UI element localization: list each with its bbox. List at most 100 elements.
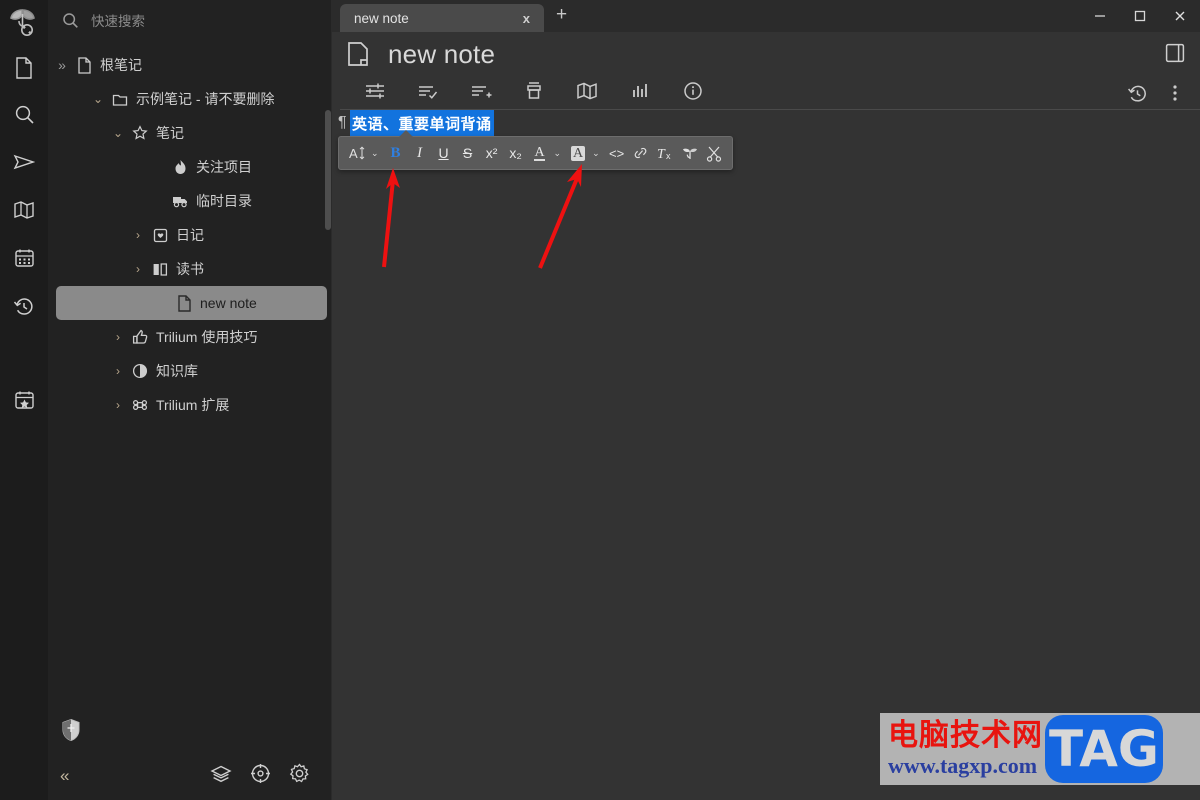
ribbon-tab-owned-attributes[interactable]: [401, 78, 454, 108]
arrow-to-font-color-button: [538, 164, 582, 269]
chevron-right-icon[interactable]: ›: [128, 262, 148, 276]
inline-code-button[interactable]: <>: [605, 140, 629, 166]
tree-row-label: 知识库: [156, 363, 198, 379]
underline-button[interactable]: U: [432, 140, 456, 166]
tree-scrollbar[interactable]: [325, 110, 331, 230]
maximize-button[interactable]: [1120, 0, 1160, 32]
watermark-site-name: 电脑技术网: [888, 718, 1043, 753]
info-circle-icon: [683, 81, 703, 106]
chevron-right-icon[interactable]: ›: [108, 364, 128, 378]
selected-text[interactable]: 英语、重要单词背诵: [350, 110, 494, 138]
ribbon-tab-similar-notes[interactable]: [613, 78, 666, 108]
toolbar-caret: [399, 130, 413, 137]
sidebar-item-jump-to-note[interactable]: [0, 140, 48, 184]
search-icon: [14, 104, 35, 125]
note-file-icon: [72, 56, 96, 74]
remove-format-button[interactable]: T x: [653, 140, 678, 166]
font-size-button[interactable]: A: [345, 140, 369, 166]
note-file-icon: [14, 57, 34, 79]
subscript-button[interactable]: x₂: [504, 140, 528, 166]
sidebar-item-search-notes[interactable]: [0, 92, 48, 136]
layers-icon[interactable]: [210, 764, 232, 789]
tree-row-selected-new-note[interactable]: new note: [56, 286, 327, 320]
tree-row[interactable]: › Trilium 扩展: [52, 388, 327, 422]
new-tab-button[interactable]: +: [544, 5, 577, 28]
superscript-button[interactable]: x²: [480, 140, 504, 166]
ribbon-tab-inherited-attributes[interactable]: [454, 78, 507, 108]
sidebar-item-today-journal[interactable]: [0, 378, 48, 422]
tree-row[interactable]: ⌄ 笔记: [52, 116, 327, 150]
tree-row-label: 示例笔记 - 请不要删除: [136, 91, 275, 107]
page-title[interactable]: new note: [370, 39, 495, 70]
chevron-right-icon[interactable]: ›: [108, 398, 128, 412]
close-button[interactable]: [1160, 0, 1200, 32]
tree-row[interactable]: › 知识库: [52, 354, 327, 388]
note-file-icon[interactable]: [346, 41, 370, 67]
chevron-right-icon[interactable]: ›: [108, 330, 128, 344]
chart-bar-icon: [630, 81, 650, 106]
chevron-down-icon[interactable]: ⌄: [590, 148, 605, 159]
ribbon-tab-basic-properties[interactable]: [348, 78, 401, 108]
link-button[interactable]: [629, 140, 653, 166]
tree-row[interactable]: ⌄ 示例笔记 - 请不要删除: [52, 82, 327, 116]
tree-row[interactable]: 临时目录: [52, 184, 327, 218]
sidebar-item-calendar[interactable]: [0, 236, 48, 280]
strikethrough-button[interactable]: S: [456, 140, 480, 166]
quick-search-placeholder: 快速搜索: [91, 14, 145, 29]
gear-icon[interactable]: [289, 763, 310, 789]
minimize-button[interactable]: [1080, 0, 1120, 32]
contrast-circle-icon: [128, 363, 152, 379]
book-open-icon: [148, 262, 172, 277]
sidebar-item-note-map[interactable]: [0, 188, 48, 232]
note-editor[interactable]: ¶ 英语、重要单词背诵 A ⌄ B I U S x² x₂ A ⌄ A ⌄ <>…: [332, 110, 1200, 794]
note-file-icon: [172, 294, 196, 312]
tree-row-label: 根笔记: [100, 57, 142, 73]
tab-new-note[interactable]: new note x: [340, 4, 544, 32]
chevron-down-icon[interactable]: ⌄: [88, 92, 108, 106]
chevron-right-icon[interactable]: ›: [128, 228, 148, 242]
sidebar-item-note-tree[interactable]: [0, 46, 48, 90]
note-title-bar: new note: [332, 32, 1200, 76]
thumbs-up-icon: [128, 329, 152, 345]
shield-icon[interactable]: [61, 718, 81, 747]
close-icon[interactable]: x: [517, 11, 536, 26]
quick-search[interactable]: 快速搜索: [48, 0, 331, 40]
star-icon: [128, 125, 152, 141]
tree-row[interactable]: › 读书: [52, 252, 327, 286]
tree-row-label: 笔记: [156, 125, 184, 141]
search-icon: [62, 12, 79, 29]
target-icon[interactable]: [250, 763, 271, 789]
tree-row-root[interactable]: » 根笔记: [52, 48, 327, 82]
ribbon-tab-note-paths[interactable]: [507, 78, 560, 108]
flame-icon: [168, 159, 192, 175]
ribbon-tab-note-info[interactable]: [666, 78, 719, 108]
folder-icon: [108, 92, 132, 107]
cut-button[interactable]: [702, 140, 726, 166]
tree-row[interactable]: 关注项目: [52, 150, 327, 184]
tree-row-label: 读书: [176, 261, 204, 277]
tree-row[interactable]: › 日记: [52, 218, 327, 252]
note-ribbon: [332, 76, 1200, 110]
recent-history-icon: [13, 296, 35, 317]
sidebar-item-recent-changes[interactable]: [0, 284, 48, 328]
tree-row-label: new note: [200, 295, 257, 311]
command-icon: [128, 397, 152, 413]
box-icon: [524, 81, 544, 106]
chevron-right-double-icon[interactable]: »: [52, 57, 72, 73]
svg-text:T: T: [657, 147, 666, 161]
watermark: 电脑技术网 www.tagxp.com TAG: [880, 713, 1200, 785]
tree-row-label: 临时目录: [196, 193, 252, 209]
right-panel-icon[interactable]: [1160, 38, 1190, 68]
chevron-down-icon[interactable]: ⌄: [369, 148, 384, 159]
dots-vertical-icon[interactable]: [1158, 78, 1192, 108]
send-icon: [13, 152, 35, 172]
internal-link-button[interactable]: [678, 140, 702, 166]
ribbon-tab-note-map[interactable]: [560, 78, 613, 108]
revision-history-icon[interactable]: [1120, 78, 1154, 108]
tree-row[interactable]: › Trilium 使用技巧: [52, 320, 327, 354]
chevron-down-icon[interactable]: ⌄: [108, 126, 128, 140]
arrow-to-bold-button: [382, 168, 400, 268]
watermark-badge: TAG: [1045, 715, 1163, 783]
collapse-sidebar-button[interactable]: «: [60, 766, 69, 786]
italic-button[interactable]: I: [408, 140, 432, 166]
